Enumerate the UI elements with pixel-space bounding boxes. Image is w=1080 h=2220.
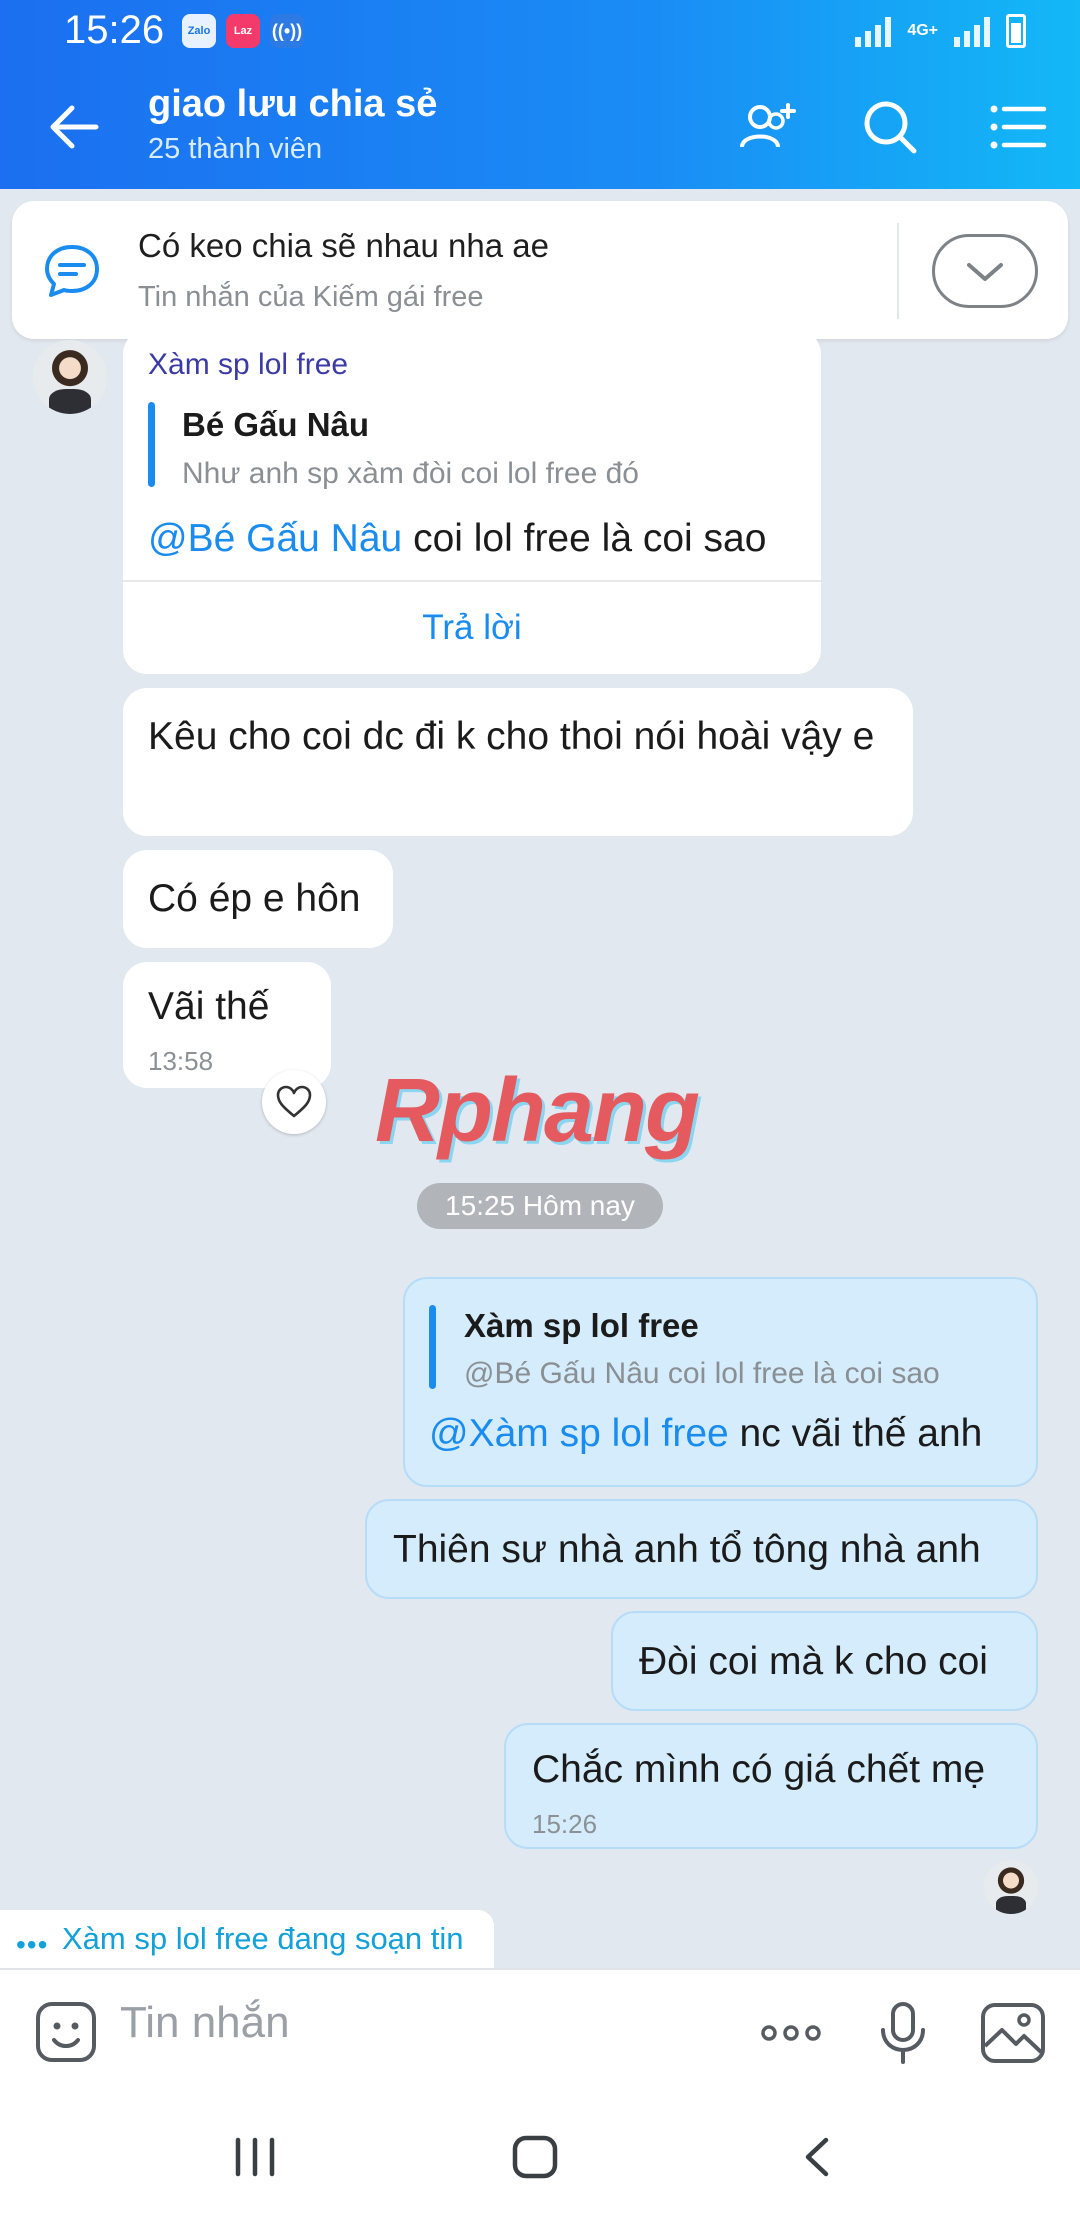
signal-icon	[855, 15, 892, 47]
quote-text: @Bé Gấu Nâu coi lol free là coi sao	[464, 1357, 940, 1390]
microphone-icon[interactable]	[870, 2000, 936, 2066]
battery-icon	[1006, 14, 1026, 48]
pinned-message[interactable]: Có keo chia sẽ nhau nha ae Tin nhắn của …	[12, 201, 1068, 339]
message-input[interactable]: Tin nhắn	[120, 1998, 290, 2048]
image-gallery-icon[interactable]	[980, 2000, 1046, 2066]
message-bubble[interactable]: Có ép e hôn	[123, 850, 393, 948]
search-icon[interactable]	[858, 95, 922, 159]
message-text: Chắc mình có giá chết mẹ	[532, 1748, 986, 1791]
message-time: 15:26	[532, 1809, 598, 1839]
typing-text: Xàm sp lol free đang soạn tin	[62, 1921, 464, 1956]
status-right: 4G+	[855, 14, 1026, 48]
signal-icon-2	[954, 15, 990, 47]
back-nav-icon[interactable]	[798, 2134, 838, 2180]
add-member-icon[interactable]	[734, 95, 798, 159]
message-text: Đòi coi mà k cho coi	[639, 1640, 988, 1683]
lazada-app-icon: Laz	[226, 14, 260, 48]
recent-apps-icon[interactable]	[228, 2134, 282, 2180]
reply-button[interactable]: Trả lời	[123, 608, 821, 648]
status-time: 15:26	[64, 8, 165, 52]
menu-list-icon[interactable]	[986, 95, 1050, 159]
divider	[123, 580, 821, 582]
chat-header: giao lưu chia sẻ 25 thành viên	[0, 63, 1080, 189]
react-button[interactable]	[262, 1070, 326, 1134]
pinned-subtitle: Tin nhắn của Kiếm gái free	[138, 281, 484, 313]
message-time: 13:58	[148, 1046, 214, 1076]
mention-link[interactable]: @Bé Gấu Nâu	[148, 517, 402, 560]
composer: Tin nhắn	[0, 1968, 1080, 2096]
emoji-sticker-icon[interactable]	[34, 2000, 98, 2064]
chevron-down-icon	[967, 263, 1003, 281]
seen-avatar[interactable]	[984, 1860, 1038, 1914]
chat-bubble-icon	[45, 245, 99, 297]
day-separator: 15:25 Hôm nay	[417, 1183, 663, 1229]
message-reply-bubble-outgoing[interactable]: Xàm sp lol free @Bé Gấu Nâu coi lol free…	[403, 1277, 1038, 1487]
zalo-app-icon: Zalo	[182, 14, 216, 48]
network-type-icon: 4G+	[907, 22, 938, 39]
typing-indicator: ••• Xàm sp lol free đang soạn tin	[0, 1910, 494, 1968]
top-bar: 15:26 Zalo Laz ((•)) 4G+ giao lưu chia s…	[0, 0, 1080, 189]
status-bar: 15:26 Zalo Laz ((•)) 4G+	[0, 0, 1080, 63]
message-bubble[interactable]: Vãi thế 13:58	[123, 962, 331, 1088]
sender-avatar[interactable]	[33, 340, 107, 414]
more-options-icon[interactable]	[758, 2000, 824, 2066]
group-title[interactable]: giao lưu chia sẻ	[148, 83, 437, 126]
wifi-hotspot-icon: ((•))	[270, 14, 304, 48]
member-count[interactable]: 25 thành viên	[148, 133, 322, 166]
message-text: @Bé Gấu Nâu coi lol free là coi sao	[148, 517, 767, 560]
sender-name[interactable]: Xàm sp lol free	[148, 348, 348, 382]
message-text: Có ép e hôn	[148, 877, 361, 920]
heart-icon	[276, 1085, 312, 1118]
message-text: Kêu cho coi dc đi k cho thoi nói hoài vậ…	[148, 715, 875, 758]
message-text: Vãi thế	[148, 985, 270, 1028]
message-text: @Xàm sp lol free nc vãi thế anh	[429, 1412, 983, 1455]
quote-author: Xàm sp lol free	[464, 1307, 699, 1344]
message-reply-bubble[interactable]: Xàm sp lol free Bé Gấu Nâu Như anh sp xà…	[123, 330, 821, 674]
system-navigation-bar	[0, 2096, 1080, 2220]
message-bubble[interactable]: Kêu cho coi dc đi k cho thoi nói hoài vậ…	[123, 688, 913, 836]
message-bubble-outgoing[interactable]: Đòi coi mà k cho coi	[611, 1611, 1038, 1711]
home-icon[interactable]	[510, 2134, 560, 2180]
expand-pinned-button[interactable]	[932, 234, 1038, 308]
message-bubble-outgoing[interactable]: Chắc mình có giá chết mẹ 15:26	[504, 1723, 1038, 1849]
pinned-title: Có keo chia sẽ nhau nha ae	[138, 227, 549, 264]
quote-text: Như anh sp xàm đòi coi lol free đó	[182, 457, 639, 490]
watermark-logo: Rphang	[375, 1061, 700, 1161]
status-app-icons: Zalo Laz ((•))	[182, 14, 304, 48]
mention-link[interactable]: @Xàm sp lol free	[429, 1412, 729, 1455]
message-text: Thiên sư nhà anh tổ tông nhà anh	[393, 1528, 981, 1571]
back-arrow-icon[interactable]	[44, 99, 104, 155]
divider	[897, 223, 899, 319]
quote-bar	[429, 1305, 436, 1389]
quote-author: Bé Gấu Nâu	[182, 406, 370, 443]
message-bubble-outgoing[interactable]: Thiên sư nhà anh tổ tông nhà anh	[365, 1499, 1038, 1599]
typing-dots-icon: •••	[16, 1929, 49, 1960]
quote-bar	[148, 402, 155, 487]
